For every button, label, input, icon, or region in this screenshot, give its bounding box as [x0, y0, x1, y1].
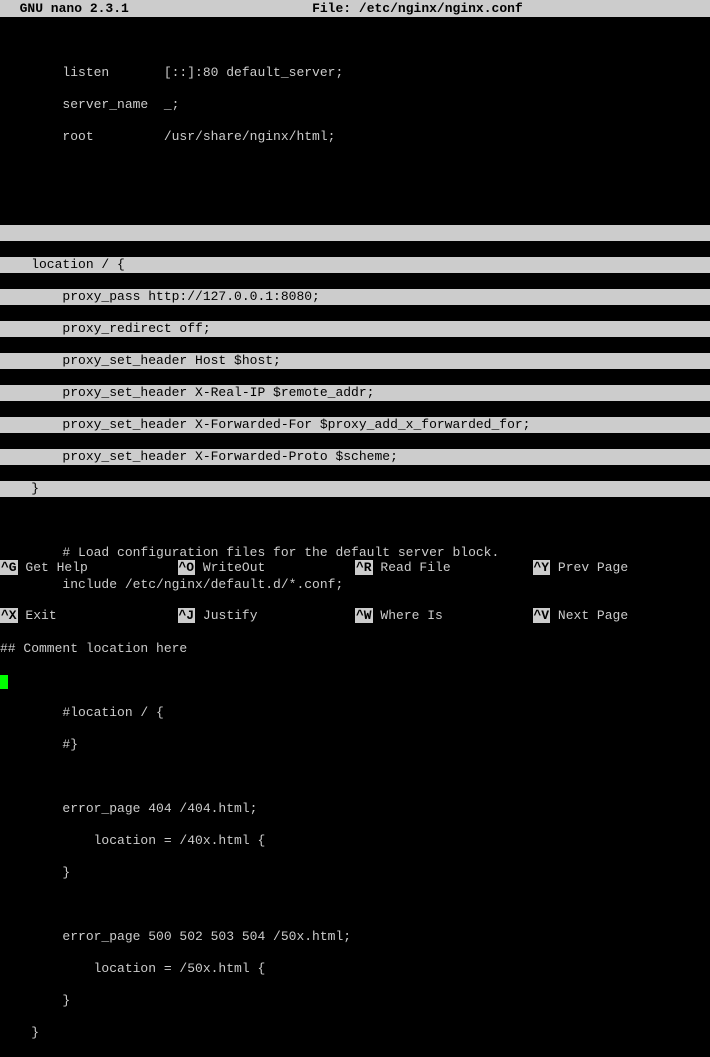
shortcut-next-page[interactable]: ^V Next Page [533, 608, 710, 624]
shortcut-exit[interactable]: ^X Exit [0, 608, 178, 624]
selected-line: proxy_set_header X-Forwarded-Proto $sche… [0, 449, 710, 465]
selected-line: proxy_set_header X-Real-IP $remote_addr; [0, 385, 710, 401]
file-indicator: File: /etc/nginx/nginx.conf [129, 1, 706, 16]
shortcut-justify[interactable]: ^J Justify [178, 608, 356, 624]
code-line: server_name _; [0, 97, 710, 113]
code-line: error_page 500 502 503 504 /50x.html; [0, 929, 710, 945]
shortcut-where-is[interactable]: ^W Where Is [355, 608, 533, 624]
code-line: listen [::]:80 default_server; [0, 65, 710, 81]
shortcut-prev-page[interactable]: ^Y Prev Page [533, 560, 710, 576]
code-line: #} [0, 737, 710, 753]
selected-line: proxy_set_header Host $host; [0, 353, 710, 369]
cursor [0, 675, 8, 689]
shortcut-bar: ^G Get Help ^O WriteOut ^R Read File ^Y … [0, 528, 710, 640]
code-line: } [0, 993, 710, 1009]
blank-line [0, 33, 710, 49]
shortcut-writeout[interactable]: ^O WriteOut [178, 560, 356, 576]
code-line: location = /50x.html { [0, 961, 710, 977]
code-line: } [0, 865, 710, 881]
shortcut-get-help[interactable]: ^G Get Help [0, 560, 178, 576]
selected-line: location / { [0, 257, 710, 273]
selected-line: proxy_set_header X-Forwarded-For $proxy_… [0, 417, 710, 433]
blank-line [0, 897, 710, 913]
blank-line [0, 161, 710, 177]
code-line: root /usr/share/nginx/html; [0, 129, 710, 145]
blank-line [0, 769, 710, 785]
selected-line: proxy_pass http://127.0.0.1:8080; [0, 289, 710, 305]
selected-line [0, 225, 710, 241]
code-line: location = /40x.html { [0, 833, 710, 849]
code-line: } [0, 1025, 710, 1041]
cursor-line [0, 673, 710, 689]
code-line: ## Comment location here [0, 641, 710, 657]
selected-line: } [0, 481, 710, 497]
shortcut-read-file[interactable]: ^R Read File [355, 560, 533, 576]
code-line: #location / { [0, 705, 710, 721]
code-line: error_page 404 /404.html; [0, 801, 710, 817]
editor-name: GNU nano 2.3.1 [4, 1, 129, 16]
blank-line [0, 513, 710, 529]
blank-line [0, 193, 710, 209]
titlebar: GNU nano 2.3.1 File: /etc/nginx/nginx.co… [0, 0, 710, 17]
selected-line: proxy_redirect off; [0, 321, 710, 337]
